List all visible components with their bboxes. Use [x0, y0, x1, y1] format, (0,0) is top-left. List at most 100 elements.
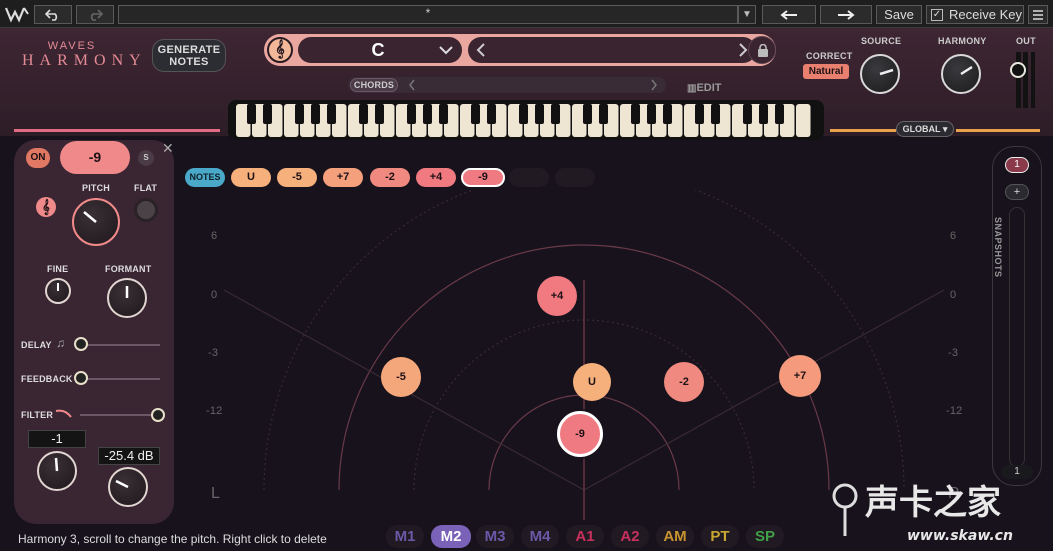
snapshot-current[interactable]: 1	[1005, 157, 1029, 173]
solo-button[interactable]: S	[138, 150, 154, 166]
black-key[interactable]	[295, 104, 304, 124]
black-key[interactable]	[583, 104, 592, 124]
notes-button[interactable]: NOTES	[185, 168, 225, 187]
undo-button[interactable]	[34, 5, 72, 24]
black-key[interactable]	[327, 104, 336, 124]
receive-key-toggle[interactable]: ✓ Receive Key	[926, 5, 1024, 24]
harmony-knob[interactable]	[941, 54, 981, 94]
snapshots-scroll-track[interactable]	[1009, 207, 1025, 467]
pitch-knob[interactable]	[72, 198, 120, 246]
mode-tab[interactable]: A2	[611, 525, 649, 548]
chords-button[interactable]: CHORDS	[350, 78, 398, 92]
mode-tab[interactable]: M4	[521, 525, 559, 548]
gain-knob[interactable]	[108, 467, 148, 507]
note-chip-selected[interactable]: -9	[461, 168, 505, 187]
mode-tab[interactable]: SP	[746, 525, 784, 548]
close-icon[interactable]: ✕	[162, 140, 174, 157]
white-key[interactable]	[796, 104, 811, 137]
fine-knob[interactable]	[45, 278, 71, 304]
feedback-slider-track[interactable]	[80, 378, 160, 380]
empty-note-slot[interactable]	[555, 168, 595, 187]
voice-node[interactable]: -9	[557, 411, 603, 457]
gain-value[interactable]: -25.4 dB	[98, 447, 160, 465]
black-key[interactable]	[711, 104, 720, 124]
mode-tab[interactable]: M3	[476, 525, 514, 548]
black-key[interactable]	[487, 104, 496, 124]
note-icon[interactable]: ♫	[56, 336, 65, 350]
note-chip[interactable]: -2	[370, 168, 410, 187]
black-key[interactable]	[359, 104, 368, 124]
pan-value[interactable]: -1	[28, 430, 86, 448]
voice-pitch-display[interactable]: -9	[60, 141, 130, 174]
mode-tab[interactable]: A1	[566, 525, 604, 548]
black-key[interactable]	[407, 104, 416, 124]
checkbox-icon[interactable]: ✓	[931, 8, 943, 21]
black-key[interactable]	[423, 104, 432, 124]
black-key[interactable]	[439, 104, 448, 124]
voice-node[interactable]: -2	[664, 362, 704, 402]
key-selector[interactable]: C	[298, 37, 462, 63]
filter-curve-icon[interactable]	[55, 408, 73, 418]
next-preset-button[interactable]	[820, 5, 872, 24]
black-key[interactable]	[775, 104, 784, 124]
voice-node[interactable]: +4	[537, 276, 577, 316]
voice-on-button[interactable]: ON	[26, 148, 50, 168]
redo-button[interactable]	[76, 5, 114, 24]
mode-tab[interactable]: PT	[701, 525, 739, 548]
preset-name-field[interactable]: *	[118, 5, 738, 24]
mode-tab[interactable]: M1	[386, 525, 424, 548]
waves-logo-icon[interactable]	[4, 4, 30, 24]
chevron-right-icon[interactable]	[650, 79, 658, 91]
generate-notes-button[interactable]: GENERATE NOTES	[152, 39, 226, 72]
global-dropdown[interactable]: GLOBAL ▾	[896, 121, 954, 137]
save-button[interactable]: Save	[876, 5, 922, 24]
black-key[interactable]	[743, 104, 752, 124]
black-key[interactable]	[759, 104, 768, 124]
clef-icon[interactable]: 𝄞	[36, 197, 56, 217]
voice-node[interactable]: U	[573, 363, 611, 401]
piano-keyboard[interactable]	[228, 100, 824, 140]
black-key[interactable]	[519, 104, 528, 124]
black-key[interactable]	[695, 104, 704, 124]
chevron-right-icon[interactable]	[738, 43, 748, 57]
black-key[interactable]	[535, 104, 544, 124]
mode-tab[interactable]: AM	[656, 525, 694, 548]
black-key[interactable]	[247, 104, 256, 124]
snapshot-add-button[interactable]: +	[1005, 184, 1029, 200]
source-knob[interactable]	[860, 54, 900, 94]
previous-preset-button[interactable]	[762, 5, 816, 24]
output-fader-handle[interactable]	[1010, 62, 1026, 78]
chevron-left-icon[interactable]	[476, 43, 486, 57]
filter-slider-thumb[interactable]	[151, 408, 165, 422]
black-key[interactable]	[471, 104, 480, 124]
voice-node[interactable]: -5	[381, 357, 421, 397]
black-key[interactable]	[647, 104, 656, 124]
black-key[interactable]	[551, 104, 560, 124]
delay-slider-track[interactable]	[80, 344, 160, 346]
black-key[interactable]	[599, 104, 608, 124]
menu-button[interactable]	[1028, 5, 1048, 24]
filter-slider-track[interactable]	[80, 414, 160, 416]
black-key[interactable]	[311, 104, 320, 124]
black-key[interactable]	[263, 104, 272, 124]
preset-dropdown-button[interactable]: ▼	[738, 5, 756, 24]
note-chip[interactable]: +4	[416, 168, 456, 187]
black-key[interactable]	[375, 104, 384, 124]
flat-toggle[interactable]	[134, 198, 158, 222]
note-chip[interactable]: -5	[277, 168, 317, 187]
mode-tab[interactable]: M2	[431, 525, 471, 548]
pan-knob[interactable]	[37, 451, 77, 491]
feedback-slider-thumb[interactable]	[74, 371, 88, 385]
empty-note-slot[interactable]	[509, 168, 549, 187]
voice-node[interactable]: +7	[779, 355, 821, 397]
scale-selector[interactable]	[468, 37, 756, 63]
correct-mode-button[interactable]: Natural	[803, 64, 849, 79]
black-key[interactable]	[631, 104, 640, 124]
lock-button[interactable]	[748, 36, 776, 64]
chevron-left-icon[interactable]	[408, 79, 416, 91]
delay-slider-thumb[interactable]	[74, 337, 88, 351]
keyboard-edit-button[interactable]: ▥EDIT	[687, 82, 722, 94]
formant-knob[interactable]	[107, 278, 147, 318]
note-chip[interactable]: +7	[323, 168, 363, 187]
black-key[interactable]	[663, 104, 672, 124]
